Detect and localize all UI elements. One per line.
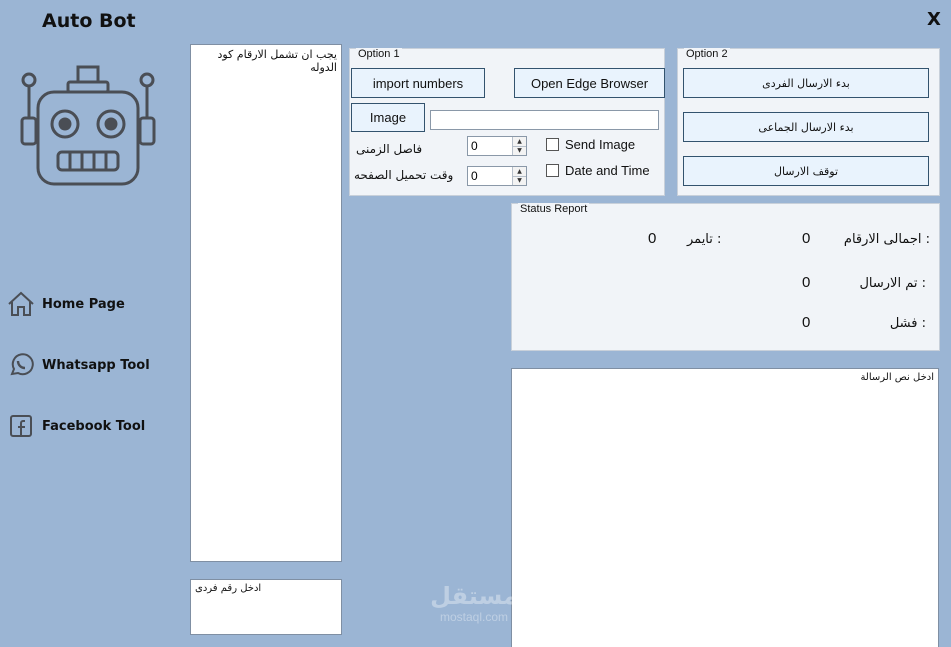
message-placeholder: ادخل نص الرسالة	[860, 372, 934, 383]
failed-value: 0	[802, 314, 811, 331]
home-icon	[6, 289, 36, 319]
interval-value: 0	[471, 139, 478, 153]
watermark-latin: mostaql.com	[439, 610, 509, 624]
interval-stepper[interactable]: 0 ▲ ▼	[467, 136, 527, 156]
sidebar-item-whatsapp[interactable]: Whatsapp Tool	[6, 349, 176, 381]
numbers-textarea[interactable]: يجب ان تشمل الارقام كود الدوله	[190, 44, 342, 562]
sidebar-item-label: Whatsapp Tool	[42, 357, 150, 373]
interval-label: فاصل الزمنى	[356, 142, 423, 156]
sent-label: تم الارسال :	[859, 276, 926, 291]
send-image-checkbox[interactable]	[546, 138, 559, 151]
watermark-arabic: مستقل	[430, 582, 518, 610]
watermark: مستقل mostaql.com	[412, 582, 536, 632]
bulk-send-button[interactable]: بدء الارسال الجماعى	[683, 112, 929, 142]
sidebar-item-home[interactable]: Home Page	[6, 288, 176, 320]
app-title: Auto Bot	[42, 10, 136, 32]
single-send-button[interactable]: بدء الارسال الفردى	[683, 68, 929, 98]
total-numbers-value: 0	[802, 230, 811, 247]
page-load-stepper[interactable]: 0 ▲ ▼	[467, 166, 527, 186]
single-number-input[interactable]: ادخل رقم فردى	[190, 579, 342, 635]
message-textarea[interactable]: ادخل نص الرسالة	[511, 368, 939, 647]
total-numbers-label: اجمالى الارقام :	[843, 232, 930, 247]
robot-logo	[18, 62, 158, 187]
timer-value: 0	[648, 230, 657, 247]
status-legend: Status Report	[518, 203, 590, 215]
stop-send-button[interactable]: توقف الارسال	[683, 156, 929, 186]
option2-group: Option 2 بدء الارسال الفردى بدء الارسال …	[677, 48, 940, 196]
page-load-label: وقت تحميل الصفحه	[354, 168, 454, 182]
sidebar-item-label: Facebook Tool	[42, 418, 146, 434]
status-report-group: Status Report اجمالى الارقام : 0 تايمر :…	[511, 203, 940, 351]
import-numbers-button[interactable]: import numbers	[351, 68, 485, 98]
sent-value: 0	[802, 274, 811, 291]
date-time-label: Date and Time	[565, 163, 650, 178]
spin-up-icon[interactable]: ▲	[513, 137, 526, 146]
timer-label: تايمر :	[687, 232, 722, 247]
date-time-checkbox[interactable]	[546, 164, 559, 177]
send-image-label: Send Image	[565, 137, 636, 152]
single-number-placeholder: ادخل رقم فردى	[195, 583, 262, 594]
spin-down-icon[interactable]: ▼	[513, 175, 526, 185]
sidebar-item-label: Home Page	[42, 296, 125, 312]
option1-legend: Option 1	[356, 48, 402, 60]
failed-label: فشل :	[889, 316, 926, 331]
sidebar-item-facebook[interactable]: Facebook Tool	[6, 410, 176, 442]
page-load-value: 0	[471, 169, 478, 183]
close-button[interactable]: X	[924, 9, 944, 31]
facebook-icon	[6, 411, 36, 441]
spin-up-icon[interactable]: ▲	[513, 167, 526, 176]
option2-legend: Option 2	[684, 48, 730, 60]
whatsapp-icon	[6, 350, 36, 380]
open-edge-button[interactable]: Open Edge Browser	[514, 68, 665, 98]
option1-group: Option 1 import numbers Open Edge Browse…	[349, 48, 665, 196]
spin-down-icon[interactable]: ▼	[513, 145, 526, 155]
image-button[interactable]: Image	[351, 103, 425, 132]
numbers-placeholder: يجب ان تشمل الارقام كود الدوله	[217, 48, 337, 74]
image-path-input[interactable]	[430, 110, 659, 130]
